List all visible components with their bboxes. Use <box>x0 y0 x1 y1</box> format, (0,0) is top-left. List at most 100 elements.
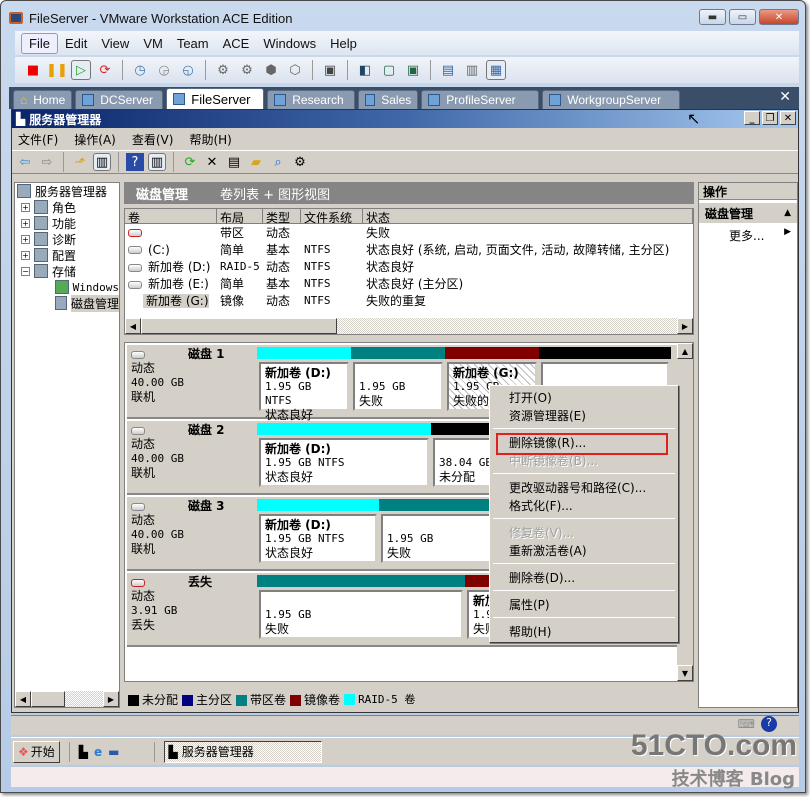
up-folder-icon[interactable]: ⬏ <box>71 153 89 171</box>
close-button[interactable]: ✕ <box>759 9 799 25</box>
table-row[interactable]: 新加卷 (D:) RAID-5 动态 NTFS 状态良好 <box>125 258 693 275</box>
tree-item-storage[interactable]: − 存储 <box>15 263 119 279</box>
properties-icon[interactable]: ▤ <box>225 153 243 171</box>
expand-icon[interactable]: + <box>21 250 30 260</box>
power-off-icon[interactable]: ■ <box>23 60 43 80</box>
menu-item-properties[interactable]: 属性(P) <box>490 595 678 613</box>
mmc-menu-help[interactable]: 帮助(H) <box>189 131 231 148</box>
menu-item-open[interactable]: 打开(O) <box>490 388 678 406</box>
taskbar-item-server-manager[interactable]: ▙ 服务器管理器 <box>163 740 322 763</box>
partition[interactable]: 1.95 GB 失败 <box>257 575 465 643</box>
col-filesystem[interactable]: 文件系统 <box>301 209 363 225</box>
scroll-right-icon[interactable]: ▶ <box>677 318 693 334</box>
summary-icon[interactable]: ▤ <box>438 60 458 80</box>
table-row[interactable]: (C:) 简单 基本 NTFS 状态良好 (系统, 启动, 页面文件, 活动, … <box>125 241 693 258</box>
search-icon[interactable]: ⌕ <box>269 153 287 171</box>
collapse-icon[interactable]: ▲ <box>784 208 791 218</box>
expand-icon[interactable]: + <box>21 202 30 212</box>
suspend-icon[interactable]: ❚❚ <box>46 60 68 80</box>
full-screen-icon[interactable]: ▣ <box>403 60 423 80</box>
col-status[interactable]: 状态 <box>363 209 693 225</box>
menu-item-reactivate-volume[interactable]: 重新激活卷(A) <box>490 541 678 559</box>
show-desktop-icon[interactable]: ▬ <box>108 745 119 759</box>
partition[interactable]: 1.95 GB 失败 <box>351 347 445 415</box>
show-hide-tree-icon[interactable]: ▥ <box>93 153 111 171</box>
power-on-icon[interactable]: ▷ <box>71 60 91 80</box>
start-button[interactable]: ❖ 开始 <box>13 740 60 763</box>
tab-workgroupserver[interactable]: WorkgroupServer <box>542 90 681 109</box>
menu-team[interactable]: Team <box>170 34 216 53</box>
tree-root[interactable]: 服务器管理器 <box>15 183 119 199</box>
partition[interactable]: 新加卷 (D:) 1.95 GB NTFS 状态良好 <box>257 499 379 567</box>
actions-section-disk-management[interactable]: 磁盘管理 ▲ <box>699 203 797 223</box>
menu-file[interactable]: File <box>21 32 58 54</box>
collapse-icon[interactable]: − <box>21 266 30 276</box>
delete-icon[interactable]: ✕ <box>203 153 221 171</box>
partition[interactable]: 新加卷 (D:) 1.95 GB NTFS 状态良好 <box>257 423 431 491</box>
graph-vscrollbar[interactable]: ▲ ▼ <box>677 343 693 681</box>
tree-item-windows-backup[interactable]: Windows <box>15 279 119 295</box>
appliance-view-icon[interactable]: ▥ <box>462 60 482 80</box>
tree-item-disk-management[interactable]: 磁盘管理 <box>15 294 119 312</box>
menu-item-explore[interactable]: 资源管理器(E) <box>490 406 678 424</box>
mmc-minimize-button[interactable]: _ <box>744 111 760 125</box>
close-tab-icon[interactable]: ✕ <box>779 89 791 105</box>
action-more[interactable]: 更多... ▶ <box>699 223 797 244</box>
partition[interactable]: 新加卷 (D:) 1.95 GB NTFS 状态良好 <box>257 347 351 422</box>
table-row[interactable]: 新加卷 (E:) 简单 基本 NTFS 状态良好 (主分区) <box>125 275 693 292</box>
tab-fileserver[interactable]: FileServer <box>166 88 265 109</box>
scroll-left-icon[interactable]: ◀ <box>125 318 141 334</box>
menu-item-help[interactable]: 帮助(H) <box>490 622 678 640</box>
tab-sales[interactable]: Sales <box>358 90 419 109</box>
table-row[interactable]: 带区 动态 失败 <box>125 224 693 241</box>
refresh-icon[interactable]: ⟳ <box>181 153 199 171</box>
tree-hscrollbar[interactable]: ◀ ▶ <box>15 691 119 707</box>
tree-item-diagnostics[interactable]: + 诊断 <box>15 231 119 247</box>
tree-item-features[interactable]: + 功能 <box>15 215 119 231</box>
menu-windows[interactable]: Windows <box>256 34 323 53</box>
tab-dcserver[interactable]: DCServer <box>75 90 164 109</box>
server-manager-quicklaunch-icon[interactable]: ▙ <box>79 745 88 759</box>
snapshot-icon[interactable]: ◷ <box>130 60 150 80</box>
quick-switch-icon[interactable]: ▢ <box>379 60 399 80</box>
tree-item-configuration[interactable]: + 配置 <box>15 247 119 263</box>
volume-list-hscrollbar[interactable]: ◀ ▶ <box>125 318 693 334</box>
sidebar-icon[interactable]: ◧ <box>355 60 375 80</box>
forward-icon[interactable]: ⇨ <box>38 153 56 171</box>
show-hide-action-pane-icon[interactable]: ▥ <box>148 153 166 171</box>
snapshot-manager-icon[interactable]: ◵ <box>178 60 198 80</box>
ace-device-icon[interactable]: ⬡ <box>285 60 305 80</box>
mmc-menu-file[interactable]: 文件(F) <box>18 131 58 148</box>
expand-icon[interactable]: + <box>21 234 30 244</box>
mmc-close-button[interactable]: ✕ <box>780 111 796 125</box>
scroll-thumb[interactable] <box>31 691 65 707</box>
tab-home[interactable]: ⌂ Home <box>13 90 73 109</box>
console-view-icon[interactable]: ▦ <box>486 60 506 80</box>
menu-item-change-drive-letter[interactable]: 更改驱动器号和路径(C)... <box>490 478 678 496</box>
menu-help[interactable]: Help <box>323 34 364 53</box>
console-icon[interactable]: ▣ <box>320 60 340 80</box>
menu-item-format[interactable]: 格式化(F)... <box>490 496 678 514</box>
scroll-up-icon[interactable]: ▲ <box>677 343 693 359</box>
mmc-menu-action[interactable]: 操作(A) <box>74 131 116 148</box>
minimize-button[interactable]: ▬ <box>699 9 726 25</box>
table-row-selected[interactable]: 新加卷 (G:) 镜像 动态 NTFS 失败的重复 <box>125 292 693 309</box>
menu-ace[interactable]: ACE <box>216 34 257 53</box>
internet-explorer-icon[interactable]: e <box>94 745 102 759</box>
revert-snapshot-icon[interactable]: ◶ <box>154 60 174 80</box>
menu-vm[interactable]: VM <box>136 34 170 53</box>
scroll-thumb[interactable] <box>141 318 337 334</box>
help-icon[interactable]: ? <box>126 153 144 171</box>
expand-icon[interactable]: + <box>21 218 30 228</box>
menu-edit[interactable]: Edit <box>58 34 94 53</box>
team-icon[interactable]: ⚙ <box>213 60 233 80</box>
col-layout[interactable]: 布局 <box>217 209 263 225</box>
maximize-button[interactable]: ▭ <box>729 9 756 25</box>
open-folder-icon[interactable]: ▰ <box>247 153 265 171</box>
mmc-menu-view[interactable]: 查看(V) <box>132 131 174 148</box>
col-volume[interactable]: 卷 <box>125 209 217 225</box>
tab-profileserver[interactable]: ProfileServer <box>421 90 540 109</box>
col-type[interactable]: 类型 <box>263 209 301 225</box>
scroll-down-icon[interactable]: ▼ <box>677 665 693 681</box>
reset-icon[interactable]: ⟳ <box>95 60 115 80</box>
